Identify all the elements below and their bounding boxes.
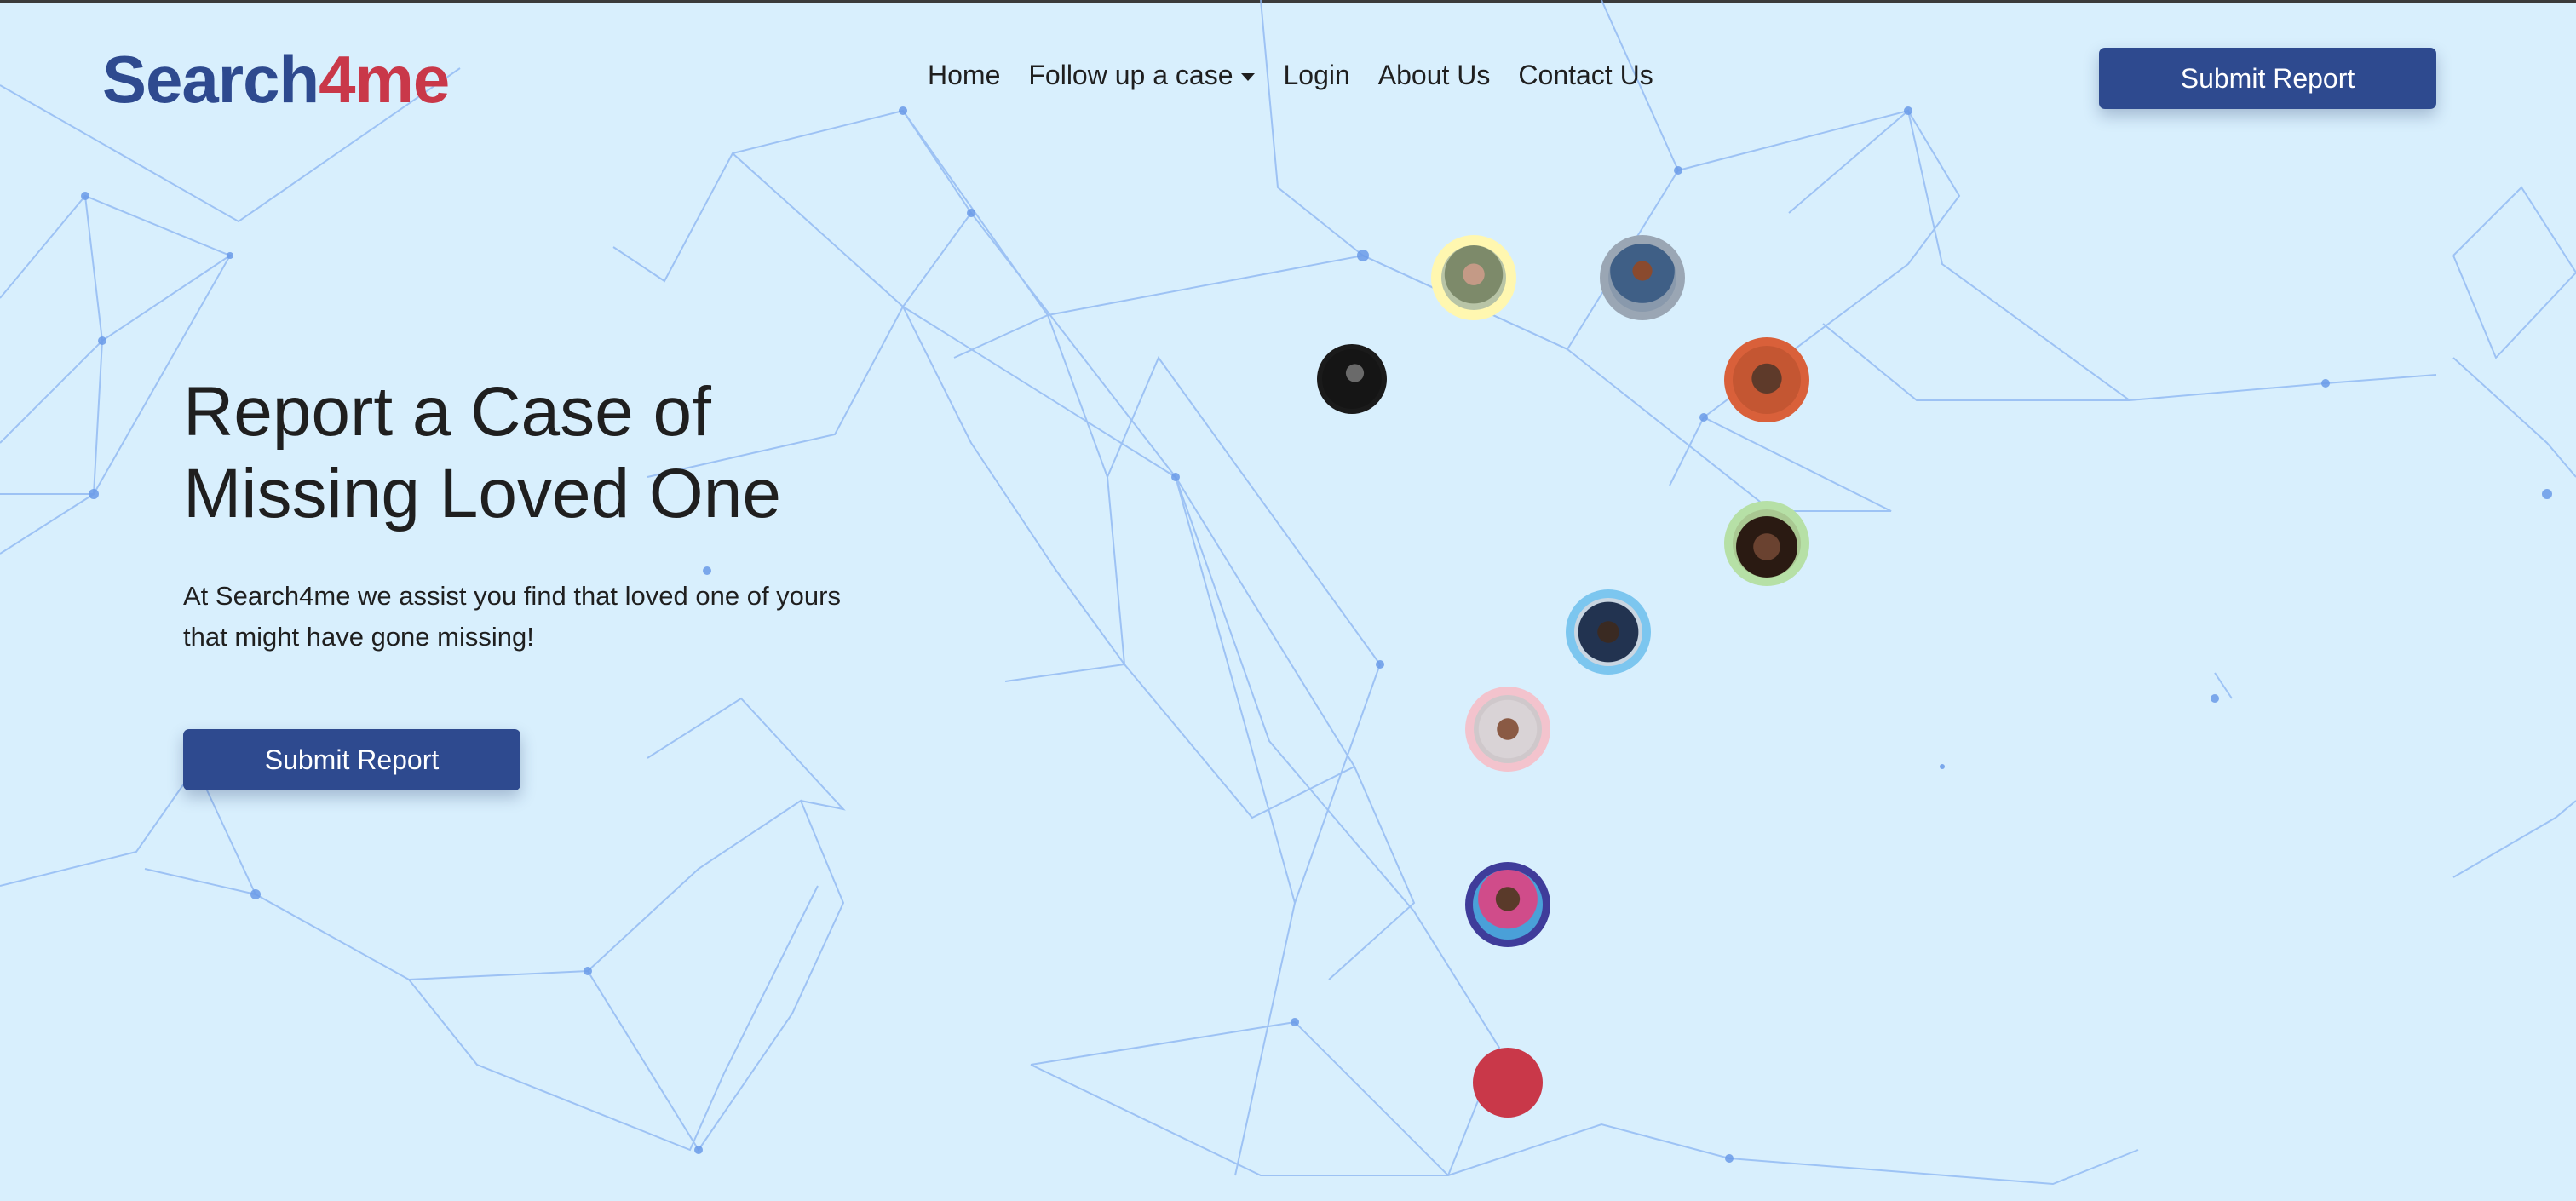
red-dot [1473,1048,1543,1118]
person-photo-8 [1465,862,1550,947]
person-photo-1 [1431,235,1516,320]
hero-submit-report-button[interactable]: Submit Report [183,729,520,790]
main-nav: Home Follow up a case Login About Us Con… [928,60,1653,91]
logo-text-part2: 4me [319,42,450,117]
person-photo-5 [1724,501,1809,586]
person-photo-2 [1600,235,1685,320]
nav-dropdown-follow-up[interactable]: Follow up a case [1028,60,1256,91]
person-photo-7 [1465,687,1550,772]
hero-subtitle: At Search4me we assist you find that lov… [183,581,841,652]
nav-link-contact[interactable]: Contact Us [1518,60,1653,91]
person-photo-4 [1724,337,1809,422]
hero-title: Report a Case of Missing Loved One [183,373,781,532]
person-photo-3 [1317,344,1387,414]
nav-link-about[interactable]: About Us [1378,60,1491,91]
nav-dropdown-label: Follow up a case [1028,60,1233,90]
caret-down-icon [1241,73,1256,82]
site-logo[interactable]: Search4me [102,41,450,118]
logo-text-part1: Search [102,42,319,117]
person-photo-6 [1566,589,1651,675]
nav-link-login[interactable]: Login [1283,60,1349,91]
nav-submit-report-button[interactable]: Submit Report [2099,48,2436,109]
nav-link-home[interactable]: Home [928,60,1000,91]
